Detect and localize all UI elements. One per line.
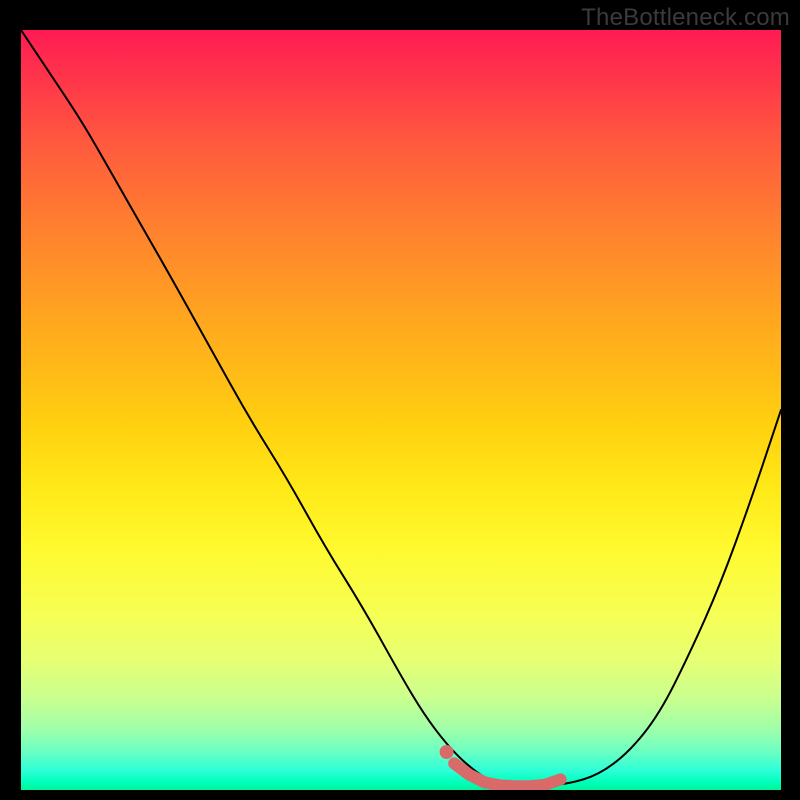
chart-stage: TheBottleneck.com — [0, 0, 800, 800]
highlight-dot — [440, 745, 454, 759]
curve-line — [21, 30, 781, 786]
chart-overlay — [21, 30, 781, 790]
plot-area — [21, 30, 781, 790]
watermark-text: TheBottleneck.com — [581, 4, 790, 32]
